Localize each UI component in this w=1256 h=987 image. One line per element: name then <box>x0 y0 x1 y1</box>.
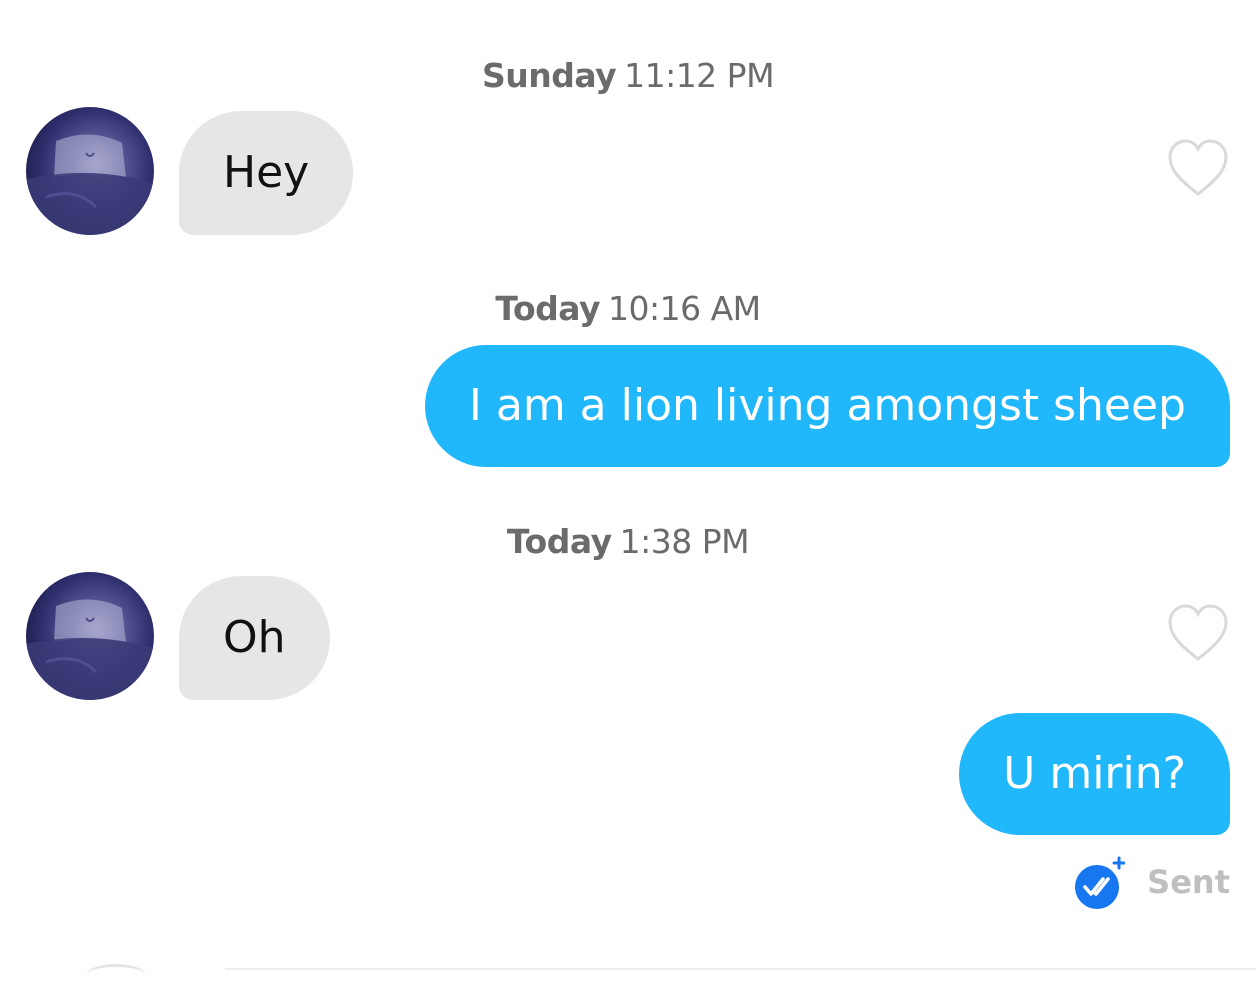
avatar[interactable] <box>26 572 154 700</box>
message-timestamp: Sunday 11:12 PM <box>0 56 1256 95</box>
like-heart-icon[interactable] <box>1166 603 1230 663</box>
read-receipt-icon <box>1075 856 1126 909</box>
timestamp-time: 10:16 AM <box>608 289 761 328</box>
like-heart-icon[interactable] <box>1166 138 1230 198</box>
message-status: Sent <box>1073 852 1230 912</box>
timestamp-day: Today <box>506 522 612 561</box>
timestamp-day: Today <box>495 289 601 328</box>
timestamp-day: Sunday <box>481 56 617 95</box>
divider <box>225 968 1256 970</box>
message-timestamp: Today 1:38 PM <box>0 522 1256 561</box>
incoming-message-bubble[interactable]: Oh <box>179 576 330 700</box>
message-timestamp: Today 10:16 AM <box>0 289 1256 328</box>
incoming-message-bubble[interactable]: Hey <box>179 111 354 235</box>
outgoing-message-bubble[interactable]: U mirin? <box>959 713 1230 835</box>
sent-status-label: Sent <box>1147 863 1230 901</box>
timestamp-time: 1:38 PM <box>619 522 750 561</box>
avatar[interactable] <box>26 107 154 235</box>
composer-edge <box>86 964 146 987</box>
timestamp-time: 11:12 PM <box>624 56 775 95</box>
outgoing-message-bubble[interactable]: I am a lion living amongst sheep <box>424 345 1230 467</box>
